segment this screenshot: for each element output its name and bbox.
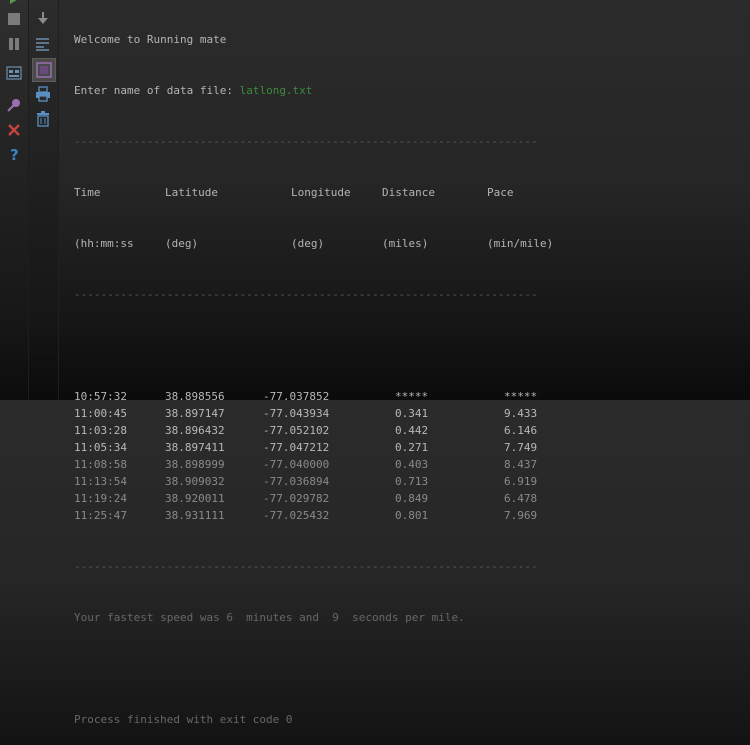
table-row: 11:05:34 38.897411 -77.047212 0.271 7.749: [74, 439, 567, 456]
print-icon[interactable]: [33, 84, 53, 104]
welcome-line: Welcome to Running mate: [74, 33, 227, 46]
header-latitude: Latitude: [165, 186, 218, 199]
cell-longitude: -77.043934: [263, 407, 330, 420]
cell-latitude: 38.898556: [165, 390, 225, 403]
cell-distance: 0.341: [395, 407, 429, 420]
unit-longitude: (deg): [291, 237, 325, 250]
stop-icon[interactable]: [4, 9, 24, 29]
cell-distance: 0.403: [395, 458, 429, 471]
cell-latitude: 38.909032: [165, 475, 225, 488]
frame-icon[interactable]: [32, 58, 56, 82]
cell-distance: *****: [395, 390, 429, 403]
play-icon[interactable]: [4, 0, 24, 8]
header-row: Time Latitude Longitude Distance Pace: [74, 184, 567, 201]
cell-time: 11:25:47: [74, 509, 127, 522]
cell-latitude: 38.897411: [165, 441, 225, 454]
summary-line: Your fastest speed was 6 minutes and 9 s…: [74, 611, 465, 624]
unit-latitude: (deg): [165, 237, 199, 250]
header-longitude: Longitude: [291, 186, 351, 199]
trash-icon[interactable]: [33, 109, 53, 129]
console-toolbar: [29, 0, 59, 400]
separator-line: ----------------------------------------…: [74, 135, 538, 148]
cell-longitude: -77.037852: [263, 390, 330, 403]
cell-pace: *****: [504, 390, 538, 403]
pause-icon[interactable]: [4, 34, 24, 54]
separator-line: ----------------------------------------…: [74, 288, 538, 301]
cell-time: 11:05:34: [74, 441, 127, 454]
pin-icon[interactable]: [4, 95, 24, 115]
cell-latitude: 38.897147: [165, 407, 225, 420]
header-time: Time: [74, 186, 101, 199]
console-output: Welcome to Running mate Enter name of da…: [74, 0, 567, 745]
cell-latitude: 38.920011: [165, 492, 225, 505]
cell-time: 11:03:28: [74, 424, 127, 437]
cell-longitude: -77.040000: [263, 458, 330, 471]
scroll-down-icon[interactable]: [33, 8, 53, 28]
unit-distance: (miles): [382, 237, 429, 250]
cell-pace: 6.919: [504, 475, 538, 488]
cell-distance: 0.271: [395, 441, 429, 454]
prompt-line: Enter name of data file: latlong.txt: [74, 82, 567, 99]
table-row: 10:57:32 38.898556 -77.037852 ***** *****: [74, 388, 567, 405]
units-row: (hh:mm:ss (deg) (deg) (miles) (min/mile): [74, 235, 567, 252]
cell-time: 11:19:24: [74, 492, 127, 505]
table-row: 11:03:28 38.896432 -77.052102 0.442 6.146: [74, 422, 567, 439]
unit-time: (hh:mm:ss: [74, 237, 134, 250]
cell-distance: 0.849: [395, 492, 429, 505]
cell-longitude: -77.029782: [263, 492, 330, 505]
cell-pace: 6.146: [504, 424, 538, 437]
help-icon[interactable]: ?: [4, 145, 24, 165]
exit-line: Process finished with exit code 0: [74, 713, 293, 726]
table-row: 11:25:47 38.931111 -77.025432 0.801 7.969: [74, 507, 567, 524]
cell-distance: 0.801: [395, 509, 429, 522]
separator-line: ----------------------------------------…: [74, 560, 538, 573]
cell-latitude: 38.898999: [165, 458, 225, 471]
cell-latitude: 38.896432: [165, 424, 225, 437]
layout-icon[interactable]: [4, 63, 24, 83]
cell-pace: 7.969: [504, 509, 538, 522]
cell-pace: 8.437: [504, 458, 538, 471]
user-input-filename: latlong.txt: [239, 84, 313, 97]
cell-time: 11:08:58: [74, 458, 127, 471]
header-distance: Distance: [382, 186, 435, 199]
cell-distance: 0.713: [395, 475, 429, 488]
table-row: 11:19:24 38.920011 -77.029782 0.849 6.478: [74, 490, 567, 507]
prompt-label: Enter name of data file:: [74, 84, 240, 97]
cell-pace: 9.433: [504, 407, 538, 420]
cell-longitude: -77.052102: [263, 424, 330, 437]
cell-pace: 7.749: [504, 441, 538, 454]
cell-pace: 6.478: [504, 492, 538, 505]
cell-time: 11:00:45: [74, 407, 127, 420]
cell-time: 10:57:32: [74, 390, 127, 403]
unit-pace: (min/mile): [487, 237, 554, 250]
cell-time: 11:13:54: [74, 475, 127, 488]
header-pace: Pace: [487, 186, 514, 199]
close-icon[interactable]: [4, 120, 24, 140]
table-row: 11:08:58 38.898999 -77.040000 0.403 8.437: [74, 456, 567, 473]
cell-distance: 0.442: [395, 424, 429, 437]
run-toolbar-left: ?: [0, 0, 29, 400]
data-table-body: 10:57:32 38.898556 -77.037852 ***** ***** 11:…: [74, 388, 567, 524]
cell-latitude: 38.931111: [165, 509, 225, 522]
cell-longitude: -77.036894: [263, 475, 330, 488]
cell-longitude: -77.025432: [263, 509, 330, 522]
table-row: 11:00:45 38.897147 -77.043934 0.341 9.433: [74, 405, 567, 422]
cell-longitude: -77.047212: [263, 441, 330, 454]
soft-wrap-icon[interactable]: [33, 34, 53, 54]
svg-text:?: ?: [10, 147, 19, 163]
table-row: 11:13:54 38.909032 -77.036894 0.713 6.919: [74, 473, 567, 490]
